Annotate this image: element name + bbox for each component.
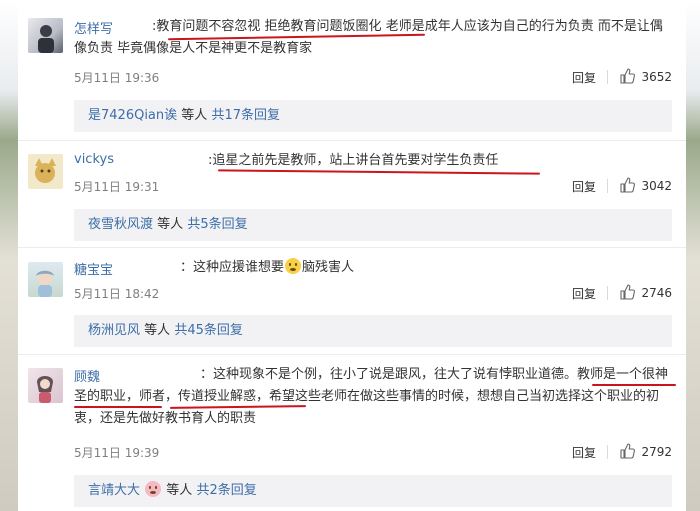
divider <box>607 445 608 459</box>
like-button[interactable]: 2746 <box>619 284 672 300</box>
sub-reply-summary[interactable]: 言靖大大 等人 共2条回复 <box>74 475 672 507</box>
thumbs-up-icon <box>620 68 636 84</box>
like-count: 3652 <box>641 70 672 84</box>
sub-reply-user[interactable]: 是7426Qian诶 <box>88 108 177 123</box>
sub-reply-user[interactable]: 夜雪秋风渡 <box>88 217 153 232</box>
sub-reply-summary[interactable]: 杨洲见风 等人 共45条回复 <box>74 315 672 347</box>
sub-reply-count-link[interactable]: 共45条回复 <box>174 323 243 338</box>
comment-item: 糖宝宝 ：这种应援谁想要 脑残害人 5月11日 18:42 回复 2746 杨洲见… <box>18 248 686 354</box>
highlighted-text: 师者，传道授业解惑 <box>139 389 257 404</box>
highlighted-text: 教育问题不容忽视 <box>156 19 261 34</box>
background-right-strip <box>686 0 700 511</box>
sub-reply-count-link[interactable]: 共5条回复 <box>187 217 247 232</box>
sub-reply-user[interactable]: 杨洲见风 <box>88 323 140 338</box>
divider <box>607 286 608 300</box>
like-count: 2792 <box>641 445 672 459</box>
sub-reply-summary[interactable]: 是7426Qian诶 等人 共17条回复 <box>74 100 672 132</box>
emoji-icon <box>285 258 302 274</box>
emoji-icon <box>145 481 162 497</box>
highlighted-text: 追星之前先是教师，站上讲台首先要对学生负责任 <box>212 153 499 168</box>
reply-button[interactable]: 回复 <box>572 444 596 461</box>
comment-date: 5月11日 19:36 <box>74 71 160 85</box>
comment-item: 顾魏 ：这种现象不是个例，往小了说是跟风，往大了说有悖职业道德。教师是一个很神圣… <box>18 355 686 511</box>
comment-date: 5月11日 18:42 <box>74 287 160 301</box>
comment-item: 怎样写 :教育问题不容忽视 拒绝教育问题饭圈化 老师是成年人应该为自己的行为负责… <box>18 0 686 140</box>
avatar[interactable] <box>28 18 63 53</box>
avatar[interactable] <box>28 262 63 297</box>
comment-text: ：这种现象不是个例，往小了说是跟风，往大了说有悖职业道德。教师是一个很神圣的职业… <box>74 367 669 426</box>
like-count: 2746 <box>641 286 672 300</box>
comment-list: 怎样写 :教育问题不容忽视 拒绝教育问题饭圈化 老师是成年人应该为自己的行为负责… <box>18 0 686 511</box>
reply-button[interactable]: 回复 <box>572 285 596 302</box>
highlighted-text: 教师是一个 <box>577 367 643 382</box>
highlighted-text: 拒绝教育问题饭圈化 <box>264 19 382 34</box>
comment-date: 5月11日 19:31 <box>74 180 160 194</box>
avatar[interactable] <box>28 368 63 403</box>
thumbs-up-icon <box>620 284 636 300</box>
red-underline <box>592 384 676 386</box>
comment-text: :教育问题不容忽视 拒绝教育问题饭圈化 老师是成年人应该为自己的行为负责 而不是… <box>74 19 663 56</box>
reply-button[interactable]: 回复 <box>572 69 596 86</box>
avatar[interactable] <box>28 154 63 189</box>
thumbs-up-icon <box>620 443 636 459</box>
like-button[interactable]: 3652 <box>619 68 672 84</box>
sub-reply-summary[interactable]: 夜雪秋风渡 等人 共5条回复 <box>74 209 672 241</box>
like-button[interactable]: 3042 <box>619 177 672 193</box>
background-left-strip <box>0 0 18 511</box>
divider <box>607 70 608 84</box>
like-button[interactable]: 2792 <box>619 443 672 459</box>
sub-reply-count-link[interactable]: 共17条回复 <box>211 108 280 123</box>
sub-reply-user[interactable]: 言靖大大 <box>88 483 140 498</box>
like-count: 3042 <box>641 179 672 193</box>
red-underline <box>74 406 162 408</box>
comment-date: 5月11日 19:39 <box>74 446 160 460</box>
divider <box>607 179 608 193</box>
reply-button[interactable]: 回复 <box>572 178 596 195</box>
comment-text: :追星之前先是教师，站上讲台首先要对学生负责任 <box>208 153 499 168</box>
thumbs-up-icon <box>620 177 636 193</box>
comment-item: vickys :追星之前先是教师，站上讲台首先要对学生负责任 5月11日 19:… <box>18 141 686 247</box>
sub-reply-count-link[interactable]: 共2条回复 <box>196 483 256 498</box>
comment-text: ：这种应援谁想要 脑残害人 <box>180 258 355 275</box>
